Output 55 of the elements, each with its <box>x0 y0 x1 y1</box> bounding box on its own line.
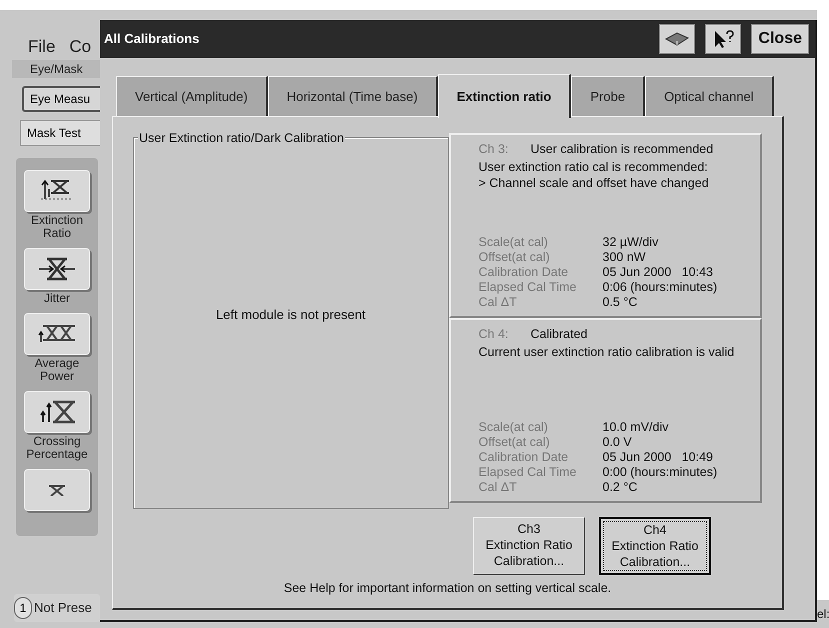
measurement-label: Average Power <box>34 356 80 382</box>
field-label: Offset(at cal) <box>478 435 551 450</box>
field-value: 300 nW <box>602 250 646 265</box>
field-label: Cal ΔT <box>478 480 518 495</box>
field-label: Cal ΔT <box>478 295 518 310</box>
menu-item[interactable]: Co <box>69 34 92 60</box>
tab[interactable]: Vertical (Amplitude) <box>116 76 268 116</box>
field-label: Scale(at cal) <box>478 420 549 435</box>
channel-badge: 1 <box>14 597 32 619</box>
mode-label: Eye/Mask <box>12 60 100 78</box>
calibration-button[interactable]: Ch3 Extinction Ratio Calibration... <box>473 517 585 575</box>
window-title: All Calibrations <box>104 30 200 48</box>
field-label: Elapsed Cal Time <box>478 465 578 480</box>
field-value: 32 µW/div <box>602 235 658 250</box>
field-label: Offset(at cal) <box>478 250 551 265</box>
channel-status: Not Prese <box>34 599 92 618</box>
status-message: Current user extinction ratio calibration is valid <box>478 344 736 360</box>
field-value: 0:00 (hours:minutes) <box>602 465 718 480</box>
measurement-button[interactable] <box>24 170 90 212</box>
field-value: 0.2 °C <box>602 480 638 495</box>
field-label: Elapsed Cal Time <box>478 280 578 295</box>
measurement-button[interactable] <box>24 312 90 354</box>
context-help-button[interactable] <box>705 24 742 54</box>
measurement-button[interactable] <box>24 468 90 510</box>
field-value: 10.0 mV/div <box>602 420 669 435</box>
channel-name: Ch 4: <box>478 326 510 342</box>
measurement-label: Extinction Ratio <box>30 214 84 240</box>
channel-status-text: User calibration is recommended <box>530 141 714 157</box>
field-label: Calibration Date <box>478 265 570 280</box>
field-value: 0:06 (hours:minutes) <box>602 280 718 295</box>
tab[interactable]: Extinction ratio <box>438 74 572 118</box>
menu-item[interactable]: File <box>28 34 56 60</box>
field-value: 05 Jun 2000 10:49 <box>602 450 714 465</box>
close-button[interactable]: Close <box>751 24 809 54</box>
tab[interactable]: Optical channel <box>645 76 774 116</box>
left-module-message: Left module is not present <box>216 306 366 324</box>
field-label: Calibration Date <box>478 450 570 465</box>
field-label: Scale(at cal) <box>478 235 549 250</box>
tab[interactable]: Probe <box>571 76 646 116</box>
measurement-button[interactable] <box>24 248 90 290</box>
field-value: 0.5 °C <box>602 295 638 310</box>
channel-status-text: Calibrated <box>530 326 588 342</box>
measurement-label: Jitter <box>42 292 71 304</box>
tab[interactable]: Horizontal (Time base) <box>268 76 438 116</box>
measurement-label: Crossing Percentage <box>25 434 89 460</box>
side-label: el: <box>817 606 829 623</box>
help-book-button[interactable] <box>659 24 696 54</box>
status-message: > Channel scale and offset have changed <box>478 175 710 191</box>
status-message: User extinction ratio cal is recommended: <box>478 159 709 175</box>
calibration-button[interactable]: Ch4 Extinction Ratio Calibration... <box>599 517 711 575</box>
field-value: 05 Jun 2000 10:43 <box>602 265 714 280</box>
field-value: 0.0 V <box>602 435 632 450</box>
channel-name: Ch 3: <box>478 141 510 157</box>
footer-note: See Help for important information on setting vertical scale. <box>282 580 612 597</box>
measurement-button[interactable] <box>24 390 90 432</box>
